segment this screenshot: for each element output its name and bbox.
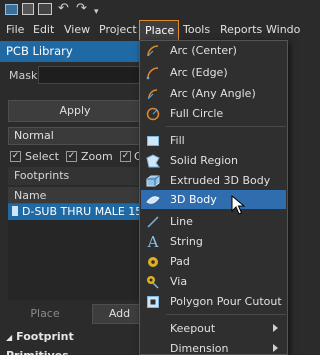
redo-icon[interactable]: ↷ <box>76 2 87 16</box>
footprint-icon <box>12 206 18 216</box>
menu-item-label: Fill <box>170 134 185 147</box>
menu-item-label: String <box>170 235 203 248</box>
footprint-row[interactable]: D-SUB THRU MALE 15POS <box>8 204 142 220</box>
filter-checks: ✓ Select ✓ Zoom ✓ C <box>0 148 142 166</box>
menu-item-label: Via <box>170 275 188 288</box>
arc-center-icon <box>147 45 159 57</box>
panel-title: PCB Library <box>0 41 140 62</box>
menu-item-label: Keepout <box>170 322 216 335</box>
3d-body-icon <box>146 196 160 204</box>
name-column-header[interactable]: Name <box>8 187 142 204</box>
polygon-pour-cutout-icon <box>147 296 159 308</box>
submenu-arrow-icon <box>273 344 278 352</box>
menu-item-label: Arc (Edge) <box>170 66 228 79</box>
expand-triangle-icon: ◢ <box>6 333 13 342</box>
place-button[interactable]: Place <box>10 305 80 323</box>
extruded-3d-body-icon <box>146 175 160 187</box>
place-menu: Arc (Center) Arc (Edge) Arc (Any Angle) … <box>139 40 288 355</box>
undo-icon[interactable]: ↶ <box>58 2 69 16</box>
footprint-list-area <box>8 220 142 300</box>
select-checkbox[interactable]: ✓ <box>10 151 21 162</box>
menu-item-label: 3D Body <box>170 193 217 206</box>
arc-edge-icon <box>146 67 159 80</box>
menu-item-3d-body[interactable]: 3D Body <box>141 190 286 209</box>
menu-item-label: Dimension <box>170 342 229 355</box>
open-folder-icon[interactable] <box>5 4 18 15</box>
footprints-header: Footprints <box>8 167 142 185</box>
menu-item-string[interactable]: A String <box>141 232 286 251</box>
footprint-primitives-label: Footprint Primitives <box>6 330 74 355</box>
mask-label: Mask <box>9 69 38 82</box>
quick-access-toolbar: ↶ ↷ ▾ <box>0 0 288 20</box>
menu-view[interactable]: View <box>64 20 90 41</box>
full-circle-icon <box>146 107 160 121</box>
menu-item-via[interactable]: Via <box>141 272 286 291</box>
footprint-primitives-header[interactable]: ◢Footprint Primitives <box>0 328 140 355</box>
menu-item-solid-region[interactable]: Solid Region <box>141 151 286 170</box>
zoom-label: Zoom <box>81 150 113 163</box>
menu-file[interactable]: File <box>6 20 24 41</box>
menu-item-label: Full Circle <box>170 107 224 120</box>
mode-select[interactable]: Normal <box>8 127 142 145</box>
mask-row: Mask <box>0 62 143 88</box>
solid-region-icon <box>146 154 160 168</box>
menu-item-full-circle[interactable]: Full Circle <box>141 104 286 123</box>
mask-input[interactable] <box>38 66 143 84</box>
save-icon[interactable] <box>22 3 34 15</box>
menu-tools[interactable]: Tools <box>183 20 210 41</box>
menu-window[interactable]: Windo <box>266 20 300 41</box>
zoom-checkbox[interactable]: ✓ <box>66 151 77 162</box>
footprint-name: D-SUB THRU MALE 15POS <box>22 205 142 218</box>
string-icon: A <box>147 233 159 251</box>
menu-item-label: Arc (Any Angle) <box>170 87 256 100</box>
arc-any-angle-icon <box>147 89 158 100</box>
menu-separator <box>166 314 286 315</box>
menu-item-dimension[interactable]: Dimension <box>141 339 286 355</box>
menu-reports[interactable]: Reports <box>220 20 262 41</box>
fill-icon <box>147 136 159 146</box>
submenu-arrow-icon <box>273 324 278 332</box>
menu-item-polygon-pour-cutout[interactable]: Polygon Pour Cutout <box>141 292 286 311</box>
save-all-icon[interactable] <box>38 3 52 15</box>
third-checkbox[interactable]: ✓ <box>120 151 131 162</box>
pad-icon <box>148 257 158 267</box>
menu-item-line[interactable]: Line <box>141 212 286 231</box>
menu-item-label: Arc (Center) <box>170 44 237 57</box>
menu-place[interactable]: Place <box>139 20 179 42</box>
menu-item-label: Solid Region <box>170 154 238 167</box>
mouse-cursor-icon <box>231 195 245 215</box>
menu-item-fill[interactable]: Fill <box>141 131 286 150</box>
via-icon <box>147 276 159 289</box>
customize-toolbar-icon[interactable]: ▾ <box>94 5 99 19</box>
menu-item-arc-edge[interactable]: Arc (Edge) <box>141 63 286 82</box>
menu-item-arc-any-angle[interactable]: Arc (Any Angle) <box>141 84 286 103</box>
menu-edit[interactable]: Edit <box>33 20 54 41</box>
menu-project[interactable]: Project <box>99 20 137 41</box>
menu-item-label: Pad <box>170 255 190 268</box>
menu-item-extruded-3d-body[interactable]: Extruded 3D Body <box>141 171 286 190</box>
menu-item-label: Extruded 3D Body <box>170 174 271 187</box>
menu-separator <box>166 126 286 127</box>
menu-item-label: Polygon Pour Cutout <box>170 295 282 308</box>
menu-item-arc-center[interactable]: Arc (Center) <box>141 41 286 60</box>
menu-item-label: Line <box>170 215 193 228</box>
menu-item-keepout[interactable]: Keepout <box>141 319 286 338</box>
apply-button[interactable]: Apply <box>8 100 142 122</box>
select-label: Select <box>25 150 59 163</box>
line-icon <box>147 216 159 228</box>
menu-item-pad[interactable]: Pad <box>141 252 286 271</box>
menu-place-label: Place <box>145 24 175 37</box>
